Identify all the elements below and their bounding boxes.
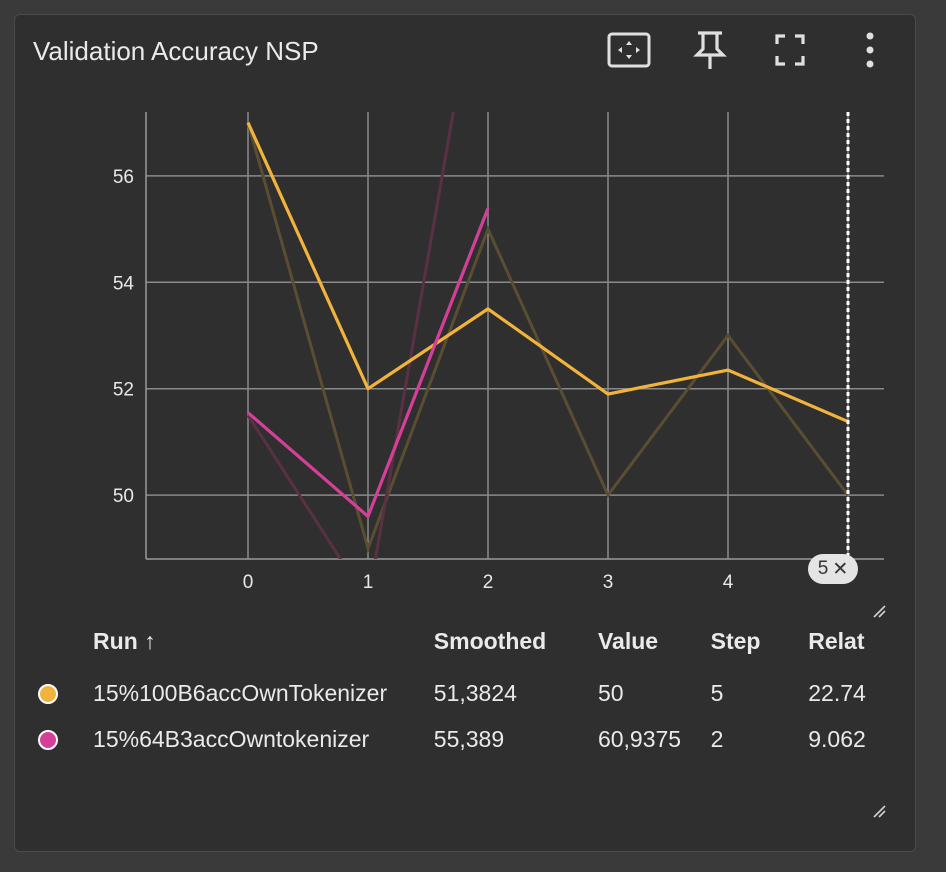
raw-value: 60,9375 bbox=[597, 725, 682, 752]
value-header[interactable]: Value bbox=[598, 612, 711, 670]
step-header[interactable]: Step bbox=[711, 612, 809, 670]
run-header[interactable]: Run ↑ bbox=[93, 612, 434, 670]
color-header bbox=[38, 612, 93, 670]
color-dot bbox=[38, 716, 93, 762]
runs-table: Run ↑ Smoothed Value Step Relat 15%100B6… bbox=[38, 612, 886, 762]
smoothed-value: 51,3824 bbox=[433, 679, 517, 706]
color-dot bbox=[38, 670, 93, 716]
raw-value: 50 bbox=[597, 679, 624, 706]
runs-table-container: Run ↑ Smoothed Value Step Relat 15%100B6… bbox=[0, 0, 886, 872]
relative-header[interactable]: Relat bbox=[808, 612, 886, 670]
relative-time: 22.74 bbox=[808, 679, 866, 706]
smoothed-value: 55,389 bbox=[433, 725, 505, 752]
table-header-row: Run ↑ Smoothed Value Step Relat bbox=[38, 612, 886, 670]
step-value: 5 bbox=[710, 679, 724, 706]
run-color-swatch[interactable] bbox=[38, 684, 58, 705]
table-row[interactable]: 15%100B6accOwnTokenizer 51,3824 50 5 22.74 bbox=[38, 670, 886, 716]
step-value: 2 bbox=[710, 725, 724, 752]
smoothed-header[interactable]: Smoothed bbox=[434, 612, 598, 670]
table-row[interactable]: 15%64B3accOwntokenizer 55,389 60,9375 2 9.06… bbox=[38, 716, 886, 762]
run-name: 15%64B3accOwntokenizer bbox=[93, 725, 370, 752]
relative-time: 9.062 bbox=[808, 725, 866, 752]
run-name: 15%100B6accOwnTokenizer bbox=[93, 679, 388, 706]
run-color-swatch[interactable] bbox=[38, 730, 58, 751]
